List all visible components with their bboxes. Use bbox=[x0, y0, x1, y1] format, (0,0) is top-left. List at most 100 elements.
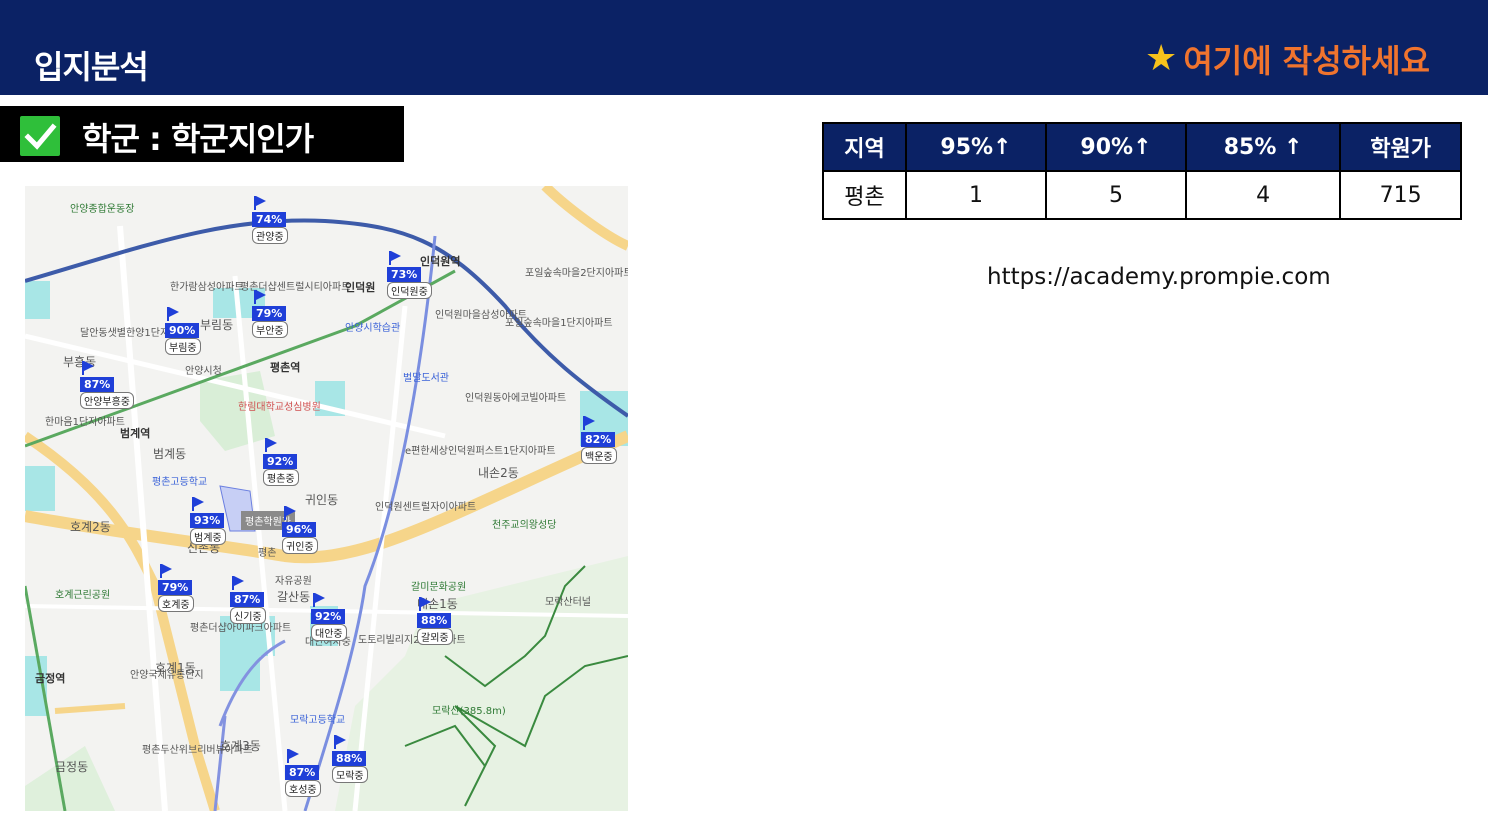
school-marker[interactable]: 79% 호계중 bbox=[158, 564, 194, 612]
map[interactable]: 안양종합운동장 한가람삼성아파트 평촌더샵센트럴시티아파트 인덕원역 포일숲속마… bbox=[25, 186, 628, 811]
flag-icon bbox=[334, 735, 346, 749]
school-score: 90% bbox=[165, 323, 200, 338]
place-label: 범계역 bbox=[120, 427, 151, 440]
column-header: 95%↑ bbox=[904, 122, 1047, 172]
school-name: 부림중 bbox=[165, 338, 201, 355]
place-label: 자유공원 bbox=[275, 576, 312, 587]
school-name: 호성중 bbox=[285, 780, 321, 797]
school-marker[interactable]: 96% 귀인중 bbox=[282, 506, 318, 554]
school-marker[interactable]: 92% 평촌중 bbox=[263, 438, 299, 486]
place-label: 평촌역 bbox=[270, 361, 301, 374]
school-name: 대안중 bbox=[311, 624, 347, 641]
place-label: 한마음1단지아파트 bbox=[45, 417, 125, 428]
school-name: 백운중 bbox=[581, 447, 617, 464]
school-marker[interactable]: 90% 부림중 bbox=[165, 307, 201, 355]
place-label: 안양종합운동장 bbox=[70, 204, 135, 215]
school-marker[interactable]: 79% 부안중 bbox=[252, 290, 288, 338]
school-marker[interactable]: 88% 갈뫼중 bbox=[417, 597, 453, 645]
flag-icon bbox=[389, 251, 401, 265]
place-label: 포일숲속마을1단지아파트 bbox=[505, 318, 613, 329]
school-score: 73% bbox=[387, 267, 422, 282]
school-marker[interactable]: 92% 대안중 bbox=[311, 593, 347, 641]
school-name: 범계중 bbox=[190, 528, 226, 545]
school-score: 92% bbox=[311, 609, 346, 624]
flag-icon bbox=[265, 438, 277, 452]
table-cell: 1 bbox=[904, 170, 1047, 220]
place-label: 내손2동 bbox=[478, 466, 519, 480]
flag-icon bbox=[232, 576, 244, 590]
school-name: 관양중 bbox=[252, 227, 288, 244]
flag-icon bbox=[254, 196, 266, 210]
place-label: 호계2동 bbox=[70, 520, 111, 534]
school-marker[interactable]: 82% 백운중 bbox=[581, 416, 617, 464]
school-score: 79% bbox=[252, 306, 287, 321]
school-score: 82% bbox=[581, 432, 616, 447]
flag-icon bbox=[192, 497, 204, 511]
cta-text: ★ 여기에 작성하세요 bbox=[1145, 36, 1430, 82]
school-score: 87% bbox=[80, 377, 115, 392]
place-label: 벌말도서관 bbox=[403, 373, 449, 384]
school-score: 96% bbox=[282, 522, 317, 537]
place-label: 평촌고등학교 bbox=[152, 477, 208, 488]
school-marker[interactable]: 73% 인덕원중 bbox=[387, 251, 432, 299]
school-name: 모락중 bbox=[332, 766, 368, 783]
flag-icon bbox=[419, 597, 431, 611]
place-label: 한가람삼성아파트 bbox=[170, 282, 244, 293]
column-header: 85% ↑ bbox=[1184, 122, 1342, 172]
source-url[interactable]: https://academy.prompie.com bbox=[987, 264, 1331, 290]
place-label: 안양국제유통단지 bbox=[130, 670, 204, 681]
flag-icon bbox=[82, 361, 94, 375]
column-header: 지역 bbox=[822, 122, 907, 172]
place-label: 천주교의왕성당 bbox=[492, 520, 557, 531]
section-label: 학군 : 학군지인가 bbox=[82, 120, 314, 158]
place-label: 모락산터널 bbox=[545, 597, 591, 608]
place-label: 금정동 bbox=[55, 760, 89, 774]
table-cell: 715 bbox=[1339, 170, 1462, 220]
place-label: 한림대학교성심병원 bbox=[238, 402, 321, 413]
place-label: 모락고등학교 bbox=[290, 715, 346, 726]
place-label: 평촌두산위브리버뷰아파트 bbox=[142, 745, 253, 756]
school-name: 평촌중 bbox=[263, 469, 299, 486]
school-name: 신기중 bbox=[230, 607, 266, 624]
school-marker[interactable]: 88% 모락중 bbox=[332, 735, 368, 783]
school-marker[interactable]: 87% 안양부흥중 bbox=[80, 361, 134, 409]
star-icon: ★ bbox=[1145, 38, 1178, 79]
place-label: 범계동 bbox=[153, 447, 187, 461]
place-label: 부림동 bbox=[200, 318, 234, 332]
school-marker[interactable]: 87% 호성중 bbox=[285, 749, 321, 797]
table-row: 평촌 1 5 4 715 bbox=[822, 170, 1462, 220]
table-cell: 5 bbox=[1044, 170, 1187, 220]
place-label: 귀인동 bbox=[305, 493, 339, 507]
place-label: 평촌 bbox=[258, 548, 277, 559]
flag-icon bbox=[254, 290, 266, 304]
school-name: 갈뫼중 bbox=[417, 628, 453, 645]
school-name: 귀인중 bbox=[282, 537, 318, 554]
place-label: 인덕원센트럴자이아파트 bbox=[375, 502, 477, 513]
page-title: 입지분석 bbox=[34, 48, 149, 86]
school-score: 93% bbox=[190, 513, 225, 528]
school-marker[interactable]: 74% 관양중 bbox=[252, 196, 288, 244]
flag-icon bbox=[284, 506, 296, 520]
place-label: 호계근린공원 bbox=[55, 590, 111, 601]
place-label: 모락산(385.8m) bbox=[432, 706, 506, 717]
school-marker[interactable]: 93% 범계중 bbox=[190, 497, 226, 545]
column-header: 학원가 bbox=[1339, 122, 1462, 172]
place-label: 안양시학습관 bbox=[345, 323, 401, 334]
checkmark-icon bbox=[20, 116, 60, 156]
place-label: 포일숲속마을2단지아파트 bbox=[525, 268, 628, 279]
table-cell: 평촌 bbox=[822, 170, 907, 220]
place-label: e편한세상인덕원퍼스트1단지아파트 bbox=[405, 446, 556, 457]
school-score: 74% bbox=[252, 212, 287, 227]
school-name: 호계중 bbox=[158, 595, 194, 612]
flag-icon bbox=[160, 564, 172, 578]
stats-table: 지역 95%↑ 90%↑ 85% ↑ 학원가 평촌 1 5 4 715 bbox=[822, 122, 1462, 220]
table-header-row: 지역 95%↑ 90%↑ 85% ↑ 학원가 bbox=[822, 122, 1462, 172]
column-header: 90%↑ bbox=[1044, 122, 1187, 172]
school-score: 87% bbox=[285, 765, 320, 780]
school-score: 88% bbox=[332, 751, 367, 766]
place-label: 갈산동 bbox=[277, 590, 311, 604]
place-label: 금정역 bbox=[35, 672, 66, 685]
school-marker[interactable]: 87% 신기중 bbox=[230, 576, 266, 624]
cta-label: 여기에 작성하세요 bbox=[1183, 42, 1430, 80]
place-label: 인덕원 bbox=[345, 281, 376, 294]
